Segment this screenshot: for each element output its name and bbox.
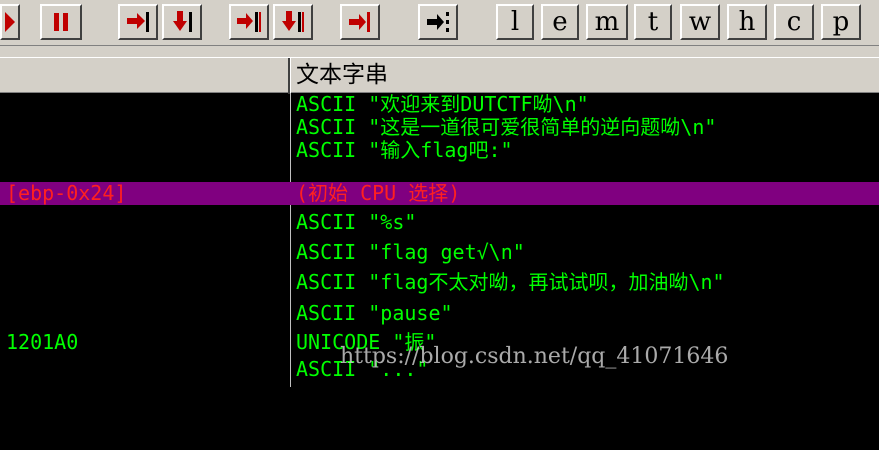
watermark-text: https://blog.csdn.net/qq_41071646 — [340, 344, 729, 369]
return-icon — [349, 12, 370, 32]
toolbar-letter-e-button[interactable]: e — [541, 4, 579, 40]
comment-column-title: 文本字串 — [296, 62, 388, 88]
disasm-row[interactable]: ASCII "欢迎来到DUTCTF呦\n" — [0, 93, 879, 116]
row-comment: ASCII "输入flag吧:" — [296, 138, 513, 162]
toolbar-letter-w-button[interactable]: w — [680, 4, 720, 40]
row-comment: ASCII "flag get√\n" — [296, 240, 525, 264]
row-comment: ASCII "%s" — [296, 210, 417, 234]
row-address: 1201A0 — [6, 330, 79, 354]
selected-disasm-row[interactable]: [ebp-0x24] (初始 CPU 选择) — [0, 182, 879, 205]
disasm-row[interactable]: ASCII "这是一道很可爱很简单的逆向题呦\n" — [0, 116, 879, 139]
step-over-icon — [173, 11, 192, 32]
row-comment: ASCII "pause" — [296, 301, 453, 325]
row-comment: ASCII "这是一道很可爱很简单的逆向题呦\n" — [296, 115, 717, 139]
animate-over-icon — [282, 11, 304, 32]
go-to-button[interactable] — [418, 4, 458, 40]
run-icon — [5, 12, 15, 32]
execute-till-return-button[interactable] — [340, 4, 380, 40]
disasm-row[interactable]: ASCII "flag不太对呦，再试试呗，加油呦\n" — [0, 271, 879, 294]
toolbar-gap — [0, 46, 879, 57]
toolbar: l e m t w h c p — [0, 0, 879, 46]
toolbar-letter: c — [786, 7, 802, 37]
row-comment: ASCII "flag不太对呦，再试试呗，加油呦\n" — [296, 270, 725, 294]
column-divider[interactable] — [288, 58, 291, 94]
toolbar-letter: w — [688, 7, 712, 37]
step-over-button[interactable] — [162, 4, 202, 40]
toolbar-letter-m-button[interactable]: m — [586, 4, 628, 40]
toolbar-letter: p — [832, 7, 850, 37]
toolbar-letter: t — [647, 7, 659, 37]
toolbar-letter: e — [552, 7, 568, 37]
toolbar-letter: h — [738, 7, 756, 37]
row-comment: (初始 CPU 选择) — [296, 181, 461, 205]
animate-into-button[interactable] — [229, 4, 269, 40]
run-button[interactable] — [0, 4, 20, 40]
toolbar-letter-t-button[interactable]: t — [634, 4, 672, 40]
pause-button[interactable] — [40, 4, 82, 40]
row-address: [ebp-0x24] — [6, 181, 127, 205]
toolbar-letter: l — [510, 7, 520, 37]
toolbar-letter-c-button[interactable]: c — [774, 4, 814, 40]
pause-icon — [54, 13, 68, 31]
disasm-row[interactable]: ASCII "pause" — [0, 302, 879, 325]
toolbar-letter: m — [594, 7, 620, 37]
disasm-row[interactable]: ASCII "%s" — [0, 211, 879, 234]
animate-into-icon — [237, 12, 261, 32]
go-to-icon — [427, 12, 449, 32]
disasm-row[interactable]: ASCII "输入flag吧:" — [0, 139, 879, 162]
step-into-button[interactable] — [118, 4, 158, 40]
column-header: 文本字串 — [0, 57, 879, 94]
row-comment: ASCII "欢迎来到DUTCTF呦\n" — [296, 92, 589, 116]
step-into-icon — [127, 12, 149, 32]
toolbar-letter-l-button[interactable]: l — [496, 4, 534, 40]
toolbar-letter-h-button[interactable]: h — [727, 4, 767, 40]
disasm-row[interactable]: ASCII "flag get√\n" — [0, 241, 879, 264]
animate-over-button[interactable] — [273, 4, 313, 40]
toolbar-letter-p-button[interactable]: p — [821, 4, 861, 40]
